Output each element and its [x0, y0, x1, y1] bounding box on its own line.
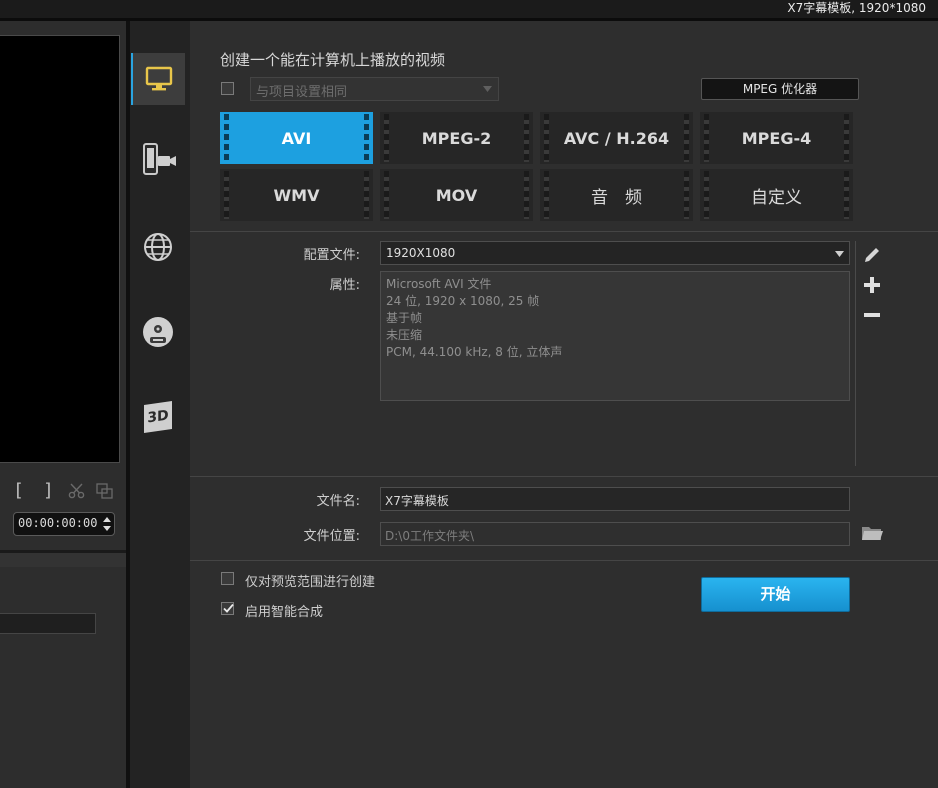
property-line: Microsoft AVI 文件 [386, 277, 492, 291]
section-divider [190, 231, 938, 232]
start-button[interactable]: 开始 [701, 577, 850, 612]
checkmark-icon [223, 603, 234, 613]
copy-clip-icon[interactable] [95, 482, 115, 500]
scissors-icon[interactable] [68, 482, 86, 500]
format-audio-button[interactable]: 音 频 [540, 169, 693, 221]
profile-dropdown[interactable]: 1920X1080 [380, 241, 850, 265]
minus-icon[interactable] [863, 306, 881, 324]
filename-label: 文件名: [316, 494, 360, 509]
filename-input[interactable]: X7字幕模板 [380, 487, 850, 511]
mobile-camera-icon [143, 143, 176, 175]
profile-value: 1920X1080 [386, 246, 456, 260]
location-label: 文件位置: [303, 529, 360, 544]
property-line: 未压缩 [386, 328, 423, 342]
sidebar-item-disc[interactable] [131, 306, 185, 358]
format-mpeg4-button[interactable]: MPEG-4 [700, 112, 853, 164]
spinner-arrows-icon[interactable] [102, 514, 112, 534]
side-divider [855, 241, 856, 466]
title-bar: X7字幕模板, 1920*1080 [0, 0, 938, 18]
property-line: 24 位, 1920 x 1080, 25 帧 [386, 294, 540, 308]
globe-icon [144, 233, 172, 261]
format-mpeg2-button[interactable]: MPEG-2 [380, 112, 533, 164]
3d-icon: 3D [144, 401, 172, 433]
mark-in-button[interactable]: [ [13, 480, 24, 501]
format-custom-button[interactable]: 自定义 [700, 169, 853, 221]
filename-value: X7字幕模板 [385, 494, 449, 508]
window-title: X7字幕模板, 1920*1080 [787, 1, 926, 15]
monitor-icon [145, 66, 173, 91]
edit-pencil-icon[interactable] [862, 244, 882, 264]
sidebar-item-web[interactable] [131, 221, 185, 273]
chevron-down-icon [483, 86, 492, 92]
format-mov-button[interactable]: MOV [380, 169, 533, 221]
mpeg-optimizer-button[interactable]: MPEG 优化器 [701, 78, 859, 100]
scroll-bar[interactable] [0, 613, 96, 634]
timecode-field[interactable]: 00:00:00:00 [13, 512, 115, 536]
format-avi-button[interactable]: AVI [220, 112, 373, 164]
folder-icon[interactable] [860, 523, 884, 543]
properties-label: 属性: [329, 278, 360, 293]
preview-range-checkbox[interactable] [221, 572, 234, 585]
location-input[interactable]: D:\0工作文件夹\ [380, 522, 850, 546]
dvd-disc-icon [143, 317, 173, 347]
output-type-sidebar: 3D [130, 21, 190, 788]
preview-screen [0, 35, 120, 463]
plus-icon[interactable] [863, 276, 881, 294]
3d-icon-label: 3D [147, 407, 169, 427]
section-divider [190, 560, 938, 561]
property-line: PCM, 44.100 kHz, 8 位, 立体声 [386, 345, 563, 359]
chevron-down-icon [835, 251, 844, 257]
sub-panel-header [0, 553, 126, 567]
sidebar-item-device[interactable] [131, 134, 185, 186]
smart-render-checkbox[interactable] [221, 602, 234, 615]
sidebar-item-computer[interactable] [131, 53, 185, 105]
format-avc-button[interactable]: AVC / H.264 [540, 112, 693, 164]
smart-render-label: 启用智能合成 [245, 605, 324, 620]
properties-box: Microsoft AVI 文件 24 位, 1920 x 1080, 25 帧… [380, 271, 850, 401]
same-as-project-label: 与项目设置相同 [256, 85, 348, 100]
format-wmv-button[interactable]: WMV [220, 169, 373, 221]
property-line: 基于帧 [386, 311, 423, 325]
page-title: 创建一个能在计算机上播放的视频 [220, 51, 446, 69]
same-as-project-select[interactable]: 与项目设置相同 [250, 77, 499, 101]
timecode-value: 00:00:00:00 [18, 516, 98, 530]
preview-range-label: 仅对预览范围进行创建 [245, 575, 376, 590]
section-divider [190, 476, 938, 477]
mark-out-button[interactable]: ] [43, 480, 54, 501]
location-value: D:\0工作文件夹\ [385, 529, 475, 543]
profile-label: 配置文件: [303, 248, 360, 263]
same-as-project-checkbox[interactable] [221, 82, 234, 95]
sidebar-item-3d[interactable]: 3D [131, 391, 185, 443]
